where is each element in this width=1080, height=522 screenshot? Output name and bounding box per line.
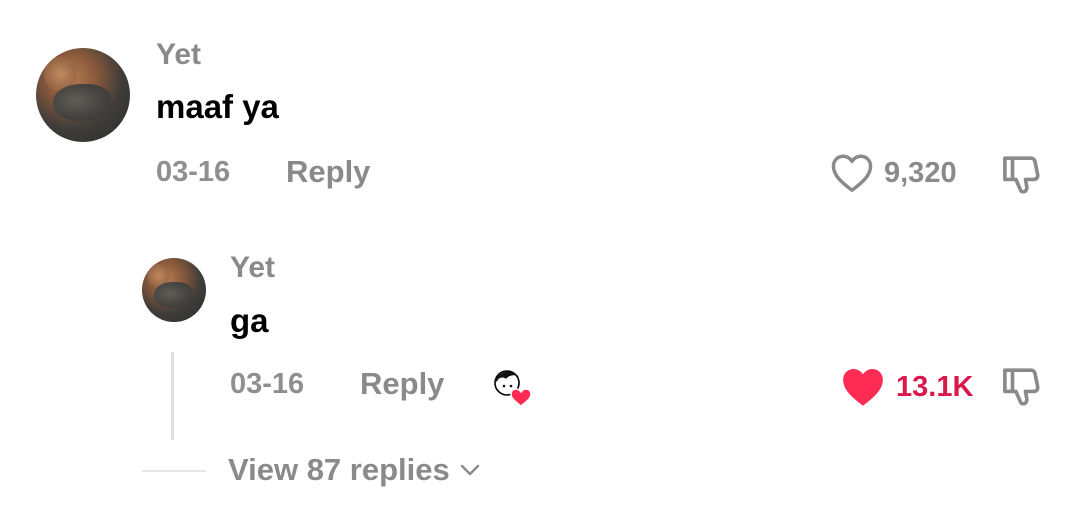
comment-text: maaf ya [156, 88, 279, 125]
reply-button[interactable]: Reply [360, 366, 444, 402]
like-button[interactable]: 13.1K [840, 366, 973, 408]
comment-date: 03-16 [156, 156, 231, 188]
avatar[interactable] [36, 48, 130, 142]
reply-button[interactable]: Reply [286, 154, 370, 190]
creator-liked-badge-icon [494, 370, 532, 406]
thread-line [171, 352, 174, 440]
comments-panel: Yet maaf ya 03-16 Reply 9,320 Yet ga 03-… [0, 0, 1080, 522]
reply-username[interactable]: Yet [230, 251, 275, 285]
like-count: 9,320 [884, 156, 957, 189]
chevron-down-icon [460, 464, 479, 476]
view-replies-button[interactable]: View 87 replies [228, 452, 482, 488]
heart-filled-icon [843, 369, 883, 406]
avatar-snout [52, 83, 112, 122]
avatar-snout [153, 282, 194, 308]
view-replies-label: View 87 replies [228, 452, 450, 487]
thumbs-down-icon[interactable] [1000, 154, 1046, 196]
replies-divider [142, 470, 206, 472]
reply-text: ga [230, 302, 269, 339]
reply-date: 03-16 [230, 368, 305, 400]
like-button[interactable]: 9,320 [830, 153, 957, 193]
comment-username[interactable]: Yet [156, 38, 201, 72]
like-count: 13.1K [896, 370, 974, 403]
avatar[interactable] [142, 258, 206, 322]
thumbs-down-icon[interactable] [1000, 366, 1046, 408]
heart-outline-icon [831, 154, 873, 192]
